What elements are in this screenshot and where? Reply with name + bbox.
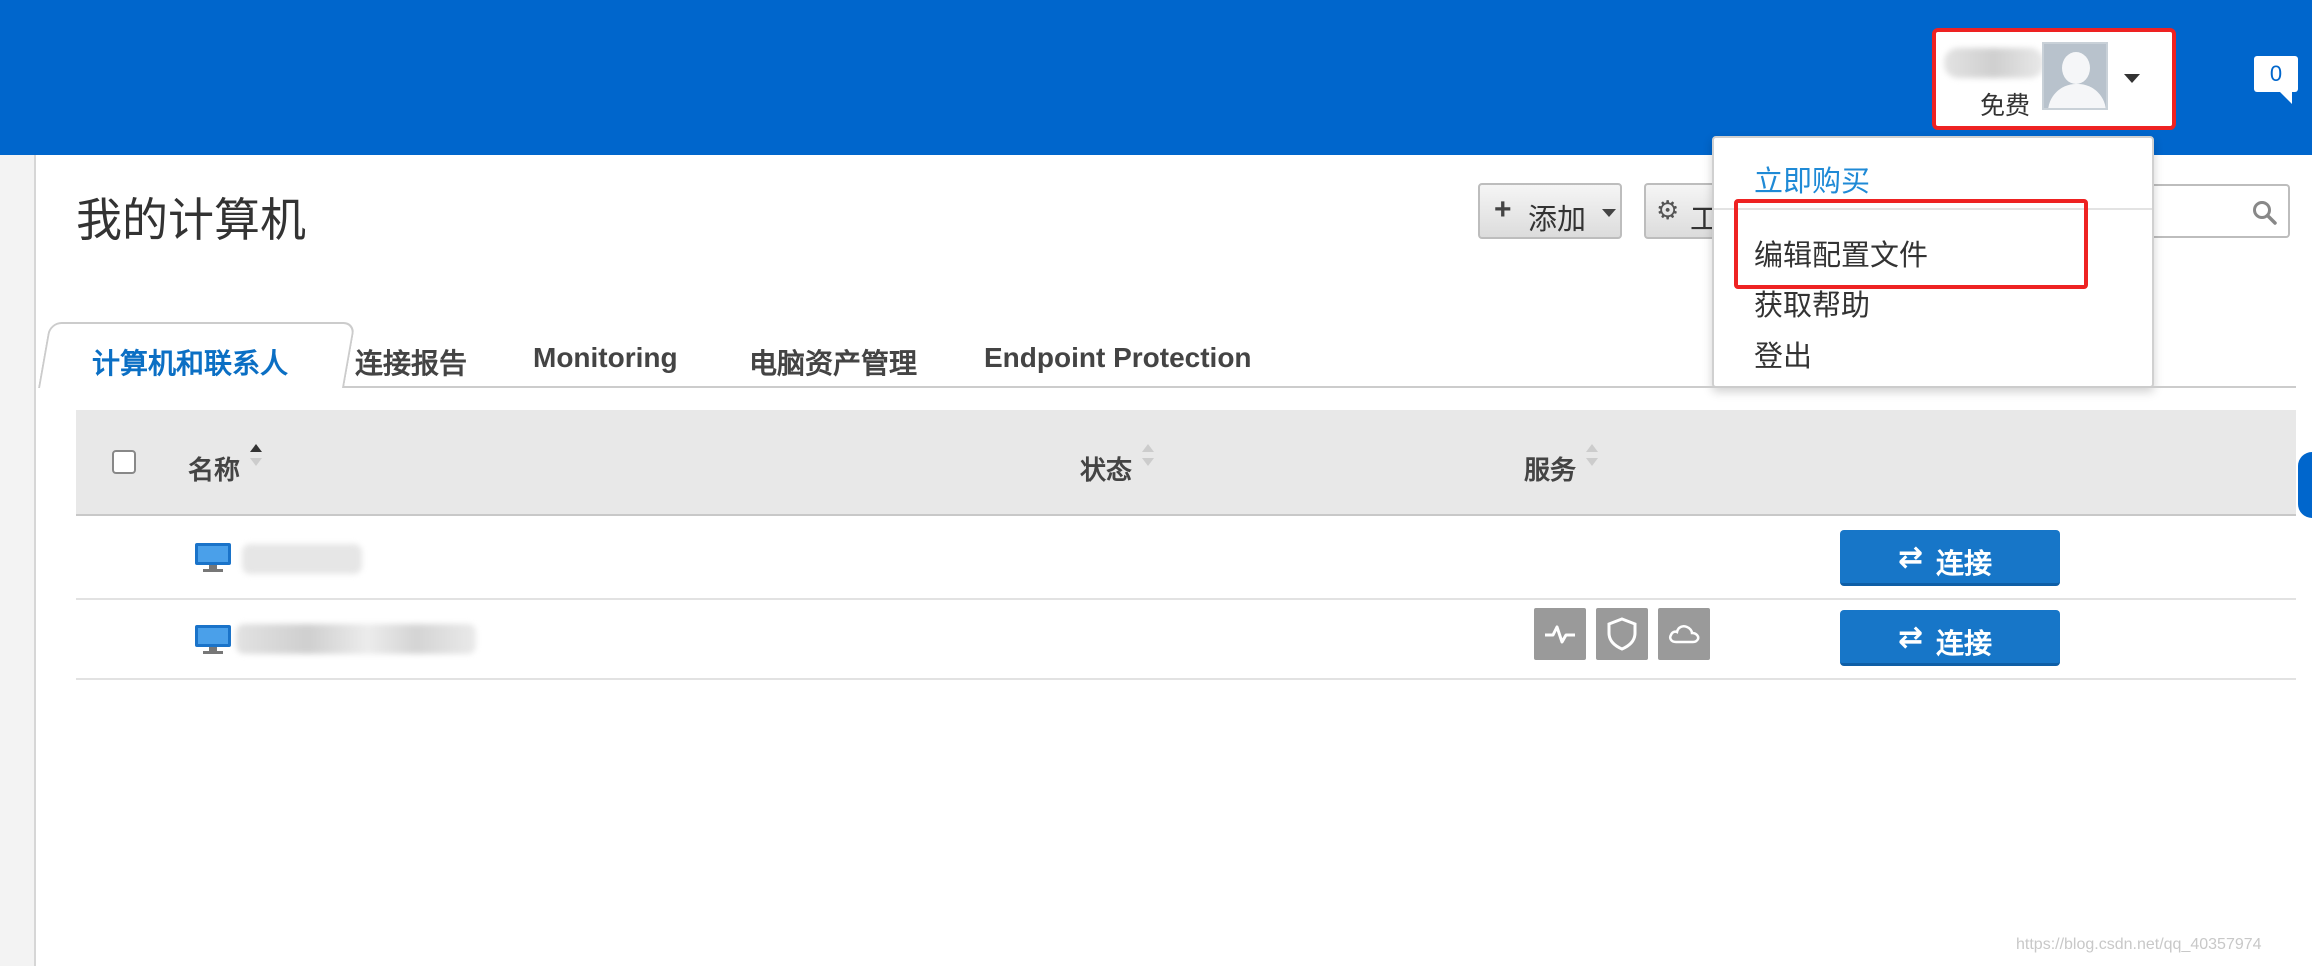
notifications-badge[interactable]: 0: [2254, 56, 2298, 104]
tab-asset-management[interactable]: 电脑资产管理: [749, 342, 917, 382]
monitoring-service-icon[interactable]: [1534, 608, 1586, 660]
computer-icon: [195, 625, 231, 654]
computer-name-redacted: [242, 544, 362, 574]
add-button-label: 添加: [1528, 204, 1587, 236]
menu-item-logout[interactable]: 登出: [1754, 333, 1812, 375]
menu-item-buy-now[interactable]: 立即购买: [1754, 158, 1870, 200]
search-input[interactable]: [2150, 184, 2290, 238]
shield-icon: [1607, 617, 1637, 651]
sort-icon[interactable]: [1586, 444, 1598, 478]
cloud-icon: [1668, 624, 1700, 644]
page-title: 我的计算机: [76, 194, 306, 246]
chevron-down-icon: [1602, 209, 1616, 217]
table-header: 名称 状态 服务: [76, 410, 2296, 516]
monitoring-icon: [1545, 625, 1575, 644]
edit-profile-highlight: [1734, 199, 2088, 289]
computer-name-redacted: [236, 624, 476, 654]
account-name-redacted: [1944, 48, 2044, 78]
watermark: https://blog.csdn.net/qq_40357974: [2016, 936, 2262, 953]
swap-arrows-icon: ⇄: [1898, 621, 1924, 654]
connect-button[interactable]: ⇄ 连接: [1840, 610, 2060, 666]
sort-icon[interactable]: [1142, 444, 1154, 478]
tab-monitoring[interactable]: Monitoring: [533, 342, 678, 374]
table-row[interactable]: ⇄ 连接: [76, 514, 2296, 600]
table-row[interactable]: ⇄ 连接: [76, 598, 2296, 680]
chevron-down-icon: [2124, 74, 2140, 83]
tab-endpoint-protection[interactable]: Endpoint Protection: [984, 342, 1252, 374]
column-header-services[interactable]: 服务: [1524, 450, 1576, 487]
column-header-status[interactable]: 状态: [1080, 450, 1132, 487]
computer-icon: [195, 543, 231, 572]
feedback-side-tab[interactable]: [2298, 452, 2312, 518]
sort-icon[interactable]: [250, 444, 262, 478]
account-menu-button[interactable]: 免费: [1932, 28, 2176, 130]
plus-icon: +: [1494, 193, 1512, 226]
connect-button-label: 连接: [1936, 548, 1993, 579]
tab-bar-baseline: [340, 386, 2296, 388]
protection-service-icon[interactable]: [1596, 608, 1648, 660]
select-all-checkbox[interactable]: [112, 450, 136, 474]
avatar: [2042, 42, 2108, 110]
add-button[interactable]: + 添加: [1478, 183, 1622, 239]
search-icon: [2253, 201, 2277, 225]
connect-button-label: 连接: [1936, 628, 1993, 659]
account-plan-label: 免费: [1980, 92, 2031, 120]
gear-icon: ⚙: [1656, 195, 1680, 225]
left-sidebar-rail: [0, 155, 36, 966]
tab-computers-contacts-label[interactable]: 计算机和联系人: [92, 342, 288, 382]
backup-service-icon[interactable]: [1658, 608, 1710, 660]
column-header-name[interactable]: 名称: [188, 450, 240, 487]
connect-button[interactable]: ⇄ 连接: [1840, 530, 2060, 586]
swap-arrows-icon: ⇄: [1898, 541, 1924, 574]
tab-connection-reports[interactable]: 连接报告: [355, 342, 467, 382]
